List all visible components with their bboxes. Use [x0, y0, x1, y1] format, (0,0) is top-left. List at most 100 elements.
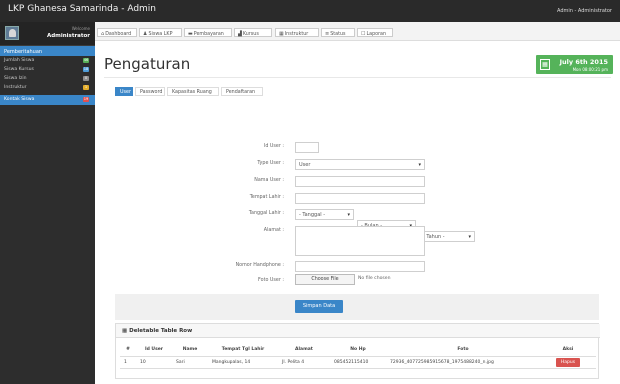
tab-kapasitas-ruang[interactable]: Kapasitas Ruang [167, 87, 219, 96]
date-widget: ▦ July 6th 2015 Mon 08:00:21 pm [536, 55, 613, 74]
tab-kursus[interactable]: ▟Kursus [234, 28, 272, 37]
badge: 1 [83, 85, 89, 90]
table-title: ▦ Deletable Table Row [116, 324, 600, 338]
table-cell: Hapus [540, 356, 596, 369]
sidebar-item-jumlah-siswa[interactable]: Jumlah Siswa 46 [0, 56, 95, 65]
tab-laporan[interactable]: ☐Laporan [357, 28, 393, 37]
tab-dashboard[interactable]: ⌂Dashboard [97, 28, 137, 37]
badge: 19 [83, 97, 89, 102]
table-cell: Sari [172, 356, 208, 369]
nomor-handphone-label: Nomor Handphone : [235, 263, 284, 268]
form-row-foto-user: Foto User : [115, 276, 599, 286]
delete-button[interactable]: Hapus [556, 357, 580, 367]
app-title: LKP Ghanesa Samarinda - Admin [8, 4, 156, 14]
tab-label: Pendaftaran [226, 90, 256, 95]
avatar [5, 26, 19, 40]
user-form: Id User : Type User : User ▾ Nama User :… [115, 98, 599, 321]
table-title-text: Deletable Table Row [129, 328, 193, 334]
data-table: # Id User Name Tempat Tgl Lahir Alamat N… [120, 344, 596, 369]
table-header: Alamat [278, 344, 330, 357]
table-panel: ▦ Deletable Table Row # Id User Name Tem… [115, 323, 600, 379]
doc-icon: ☐ [361, 31, 366, 37]
table-cell: Mangkupalas, 14 [208, 356, 278, 369]
sidebar-item-siswa-kursus[interactable]: Siswa Kursus 18 [0, 65, 95, 74]
sidebar-item-label: Siswa Izin [4, 76, 27, 81]
foto-user-label: Foto User : [258, 278, 284, 283]
tab-label: Siswa LKP [148, 32, 173, 37]
date-main: July 6th 2015 [559, 58, 608, 66]
tab-status[interactable]: ≡Status [321, 28, 355, 37]
tab-siswa-lkp[interactable]: ♟Siswa LKP [139, 28, 182, 37]
sidebar-item-label: Kontak Siswa [4, 97, 35, 102]
table-header: # [120, 344, 136, 357]
calendar-icon: ▦ [540, 59, 550, 70]
table-header-row: # Id User Name Tempat Tgl Lahir Alamat N… [120, 344, 596, 357]
tab-instruktur[interactable]: ▦Instruktur [275, 28, 319, 37]
sidebar-item-siswa-izin[interactable]: Siswa Izin 0 [0, 74, 95, 83]
table-header: Aksi [540, 344, 596, 357]
user-menu[interactable]: Admin - Administrator [557, 8, 612, 14]
tab-label: Dashboard [105, 32, 132, 37]
chart-icon: ▟ [238, 31, 242, 37]
users-icon: ♟ [143, 31, 148, 37]
table-row: 1 10 Sari Mangkupalas, 14 Jl. Pelita 4 0… [120, 356, 596, 369]
tab-label: Status [330, 32, 346, 37]
table-cell: 1 [120, 356, 136, 369]
tanggal-value: - Tanggal - [299, 212, 326, 218]
tab-label: Password [140, 90, 163, 95]
id-user-input[interactable] [295, 142, 319, 153]
alamat-textarea[interactable] [295, 226, 425, 256]
save-button[interactable]: Simpan Data [295, 300, 343, 313]
chevron-down-icon: ▾ [347, 212, 350, 218]
profile-block: Welcome Administrator [0, 22, 95, 46]
tempat-lahir-label: Tempat Lahir : [249, 195, 284, 200]
alamat-label: Alamat : [263, 228, 284, 233]
tab-label: Kursus [242, 32, 259, 37]
sidebar-item-instruktur[interactable]: Instruktur 1 [0, 83, 95, 92]
card-icon: ▦ [279, 31, 284, 37]
table-header: Id User [136, 344, 172, 357]
choose-file-button[interactable]: Choose File [295, 274, 355, 285]
tab-pembayaran[interactable]: ▬Pembayaran [184, 28, 232, 37]
tab-label: Instruktur [284, 32, 309, 37]
tab-user[interactable]: User [115, 87, 133, 96]
form-row-tanggal-lahir: Tanggal Lahir : - Tanggal - ▾ - Bulan - … [115, 209, 599, 242]
sidebar-item-label: Siswa Kursus [4, 67, 34, 72]
chevron-down-icon: ▾ [418, 162, 421, 168]
type-user-select[interactable]: User ▾ [295, 159, 425, 170]
type-user-value: User [299, 162, 311, 168]
welcome-text: Welcome [71, 26, 90, 31]
badge: 46 [83, 58, 89, 63]
table-cell: 10 [136, 356, 172, 369]
nama-user-input[interactable] [295, 176, 425, 187]
type-user-label: Type User : [257, 161, 284, 166]
cash-icon: ▬ [188, 31, 193, 37]
id-user-label: Id User : [263, 144, 284, 149]
tab-label: Kapasitas Ruang [172, 90, 212, 95]
table-header: Tempat Tgl Lahir [208, 344, 278, 357]
form-row-type-user: Type User : User ▾ [115, 159, 599, 170]
tab-password[interactable]: Password [135, 87, 165, 96]
sidebar: Welcome Administrator Pemberitahuan Juml… [0, 22, 95, 384]
list-icon: ≡ [325, 31, 330, 37]
form-row-alamat: Alamat : [115, 226, 599, 256]
tab-label: User [120, 90, 131, 95]
badge: 0 [83, 76, 89, 81]
tab-label: Laporan [366, 32, 387, 37]
tab-pendaftaran[interactable]: Pendaftaran [221, 87, 263, 96]
nama-user-label: Nama User : [254, 178, 284, 183]
tanggal-select[interactable]: - Tanggal - ▾ [295, 209, 354, 220]
nomor-handphone-input[interactable] [295, 261, 425, 272]
page-title: Pengaturan [104, 55, 191, 73]
form-row-nama-user: Nama User : [115, 176, 599, 187]
sidebar-section-title: Pemberitahuan [0, 46, 95, 56]
form-row-id-user: Id User : [115, 142, 599, 153]
table-header: Foto [386, 344, 540, 357]
form-actions-bar [115, 294, 599, 320]
file-status-text: No file chosen [358, 276, 391, 281]
sidebar-item-kontak-siswa[interactable]: Kontak Siswa 19 [0, 95, 95, 105]
table-header: Name [172, 344, 208, 357]
form-row-tempat-lahir: Tempat Lahir : [115, 193, 599, 204]
admin-name: Administrator [46, 33, 90, 39]
tempat-lahir-input[interactable] [295, 193, 425, 204]
